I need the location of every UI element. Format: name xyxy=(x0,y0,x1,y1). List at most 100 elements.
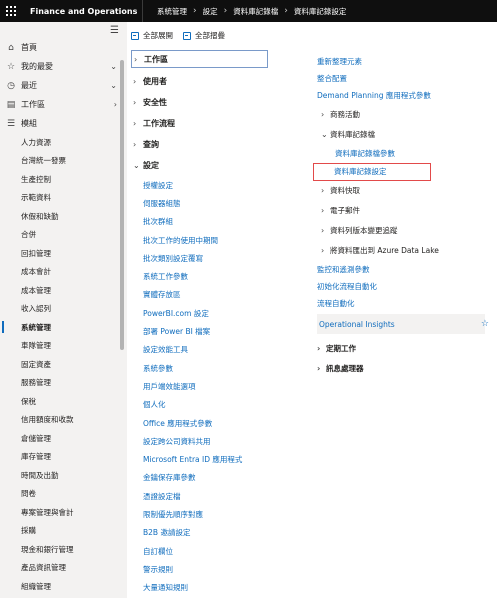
module-item[interactable]: 信用額度和收款 xyxy=(0,411,127,430)
breadcrumb-item-setup[interactable]: 設定 xyxy=(203,6,218,17)
module-item[interactable]: 成本會計 xyxy=(0,263,127,282)
nav-item-label: 最近 xyxy=(21,81,37,90)
nav-item-star[interactable]: ☆ 我的最愛 ⌄ xyxy=(0,57,127,76)
setup-link[interactable]: 系統工作參數 xyxy=(131,267,271,285)
setup-link[interactable]: 憑證設定檔 xyxy=(131,487,271,505)
link-process-automation[interactable]: 流程自動化 xyxy=(317,295,492,312)
module-item[interactable]: 車隊管理 xyxy=(0,337,127,356)
link-label: Operational Insights xyxy=(319,319,395,329)
module-item[interactable]: 產品資訊管理 xyxy=(0,559,127,578)
group-label: 電子郵件 xyxy=(330,206,360,216)
breadcrumb-item-system-admin[interactable]: 系統管理 xyxy=(157,6,187,17)
group-email[interactable]: › 電子郵件 xyxy=(317,201,492,221)
chevron-right-icon: › xyxy=(321,186,325,196)
link-refresh-elements[interactable]: 重新整理元素 xyxy=(317,53,492,70)
group-workflow[interactable]: › 工作流程 xyxy=(131,113,271,134)
group-users[interactable]: › 使用者 xyxy=(131,71,271,92)
setup-link[interactable]: 警示規則 xyxy=(131,560,271,578)
setup-link[interactable]: 實體存放區 xyxy=(131,286,271,304)
app-title[interactable]: Finance and Operations xyxy=(30,7,142,16)
module-item[interactable]: 倉儲管理 xyxy=(0,429,127,448)
module-item[interactable]: 合併 xyxy=(0,226,127,245)
module-item[interactable]: 系統管理 xyxy=(0,318,127,337)
link-database-log-setup[interactable]: 資料庫記錄設定 xyxy=(313,162,431,181)
setup-link[interactable]: 部署 Power BI 檔案 xyxy=(131,322,271,340)
collapse-all-button[interactable]: 全部摺疊 xyxy=(183,30,225,41)
nav-scrollbar[interactable] xyxy=(120,60,124,350)
group-business-events[interactable]: › 商務活動 xyxy=(317,105,492,125)
setup-link[interactable]: 設定跨公司資料共用 xyxy=(131,432,271,450)
nav-item-workspace[interactable]: ▤ 工作區 › xyxy=(0,95,127,114)
module-item[interactable]: 人力資源 xyxy=(0,133,127,152)
module-item[interactable]: 台灣統一發票 xyxy=(0,152,127,171)
chevron-right-icon: › xyxy=(193,6,197,16)
module-item[interactable]: 庫存管理 xyxy=(0,448,127,467)
module-item[interactable]: 專案管理與會計 xyxy=(0,503,127,522)
chevron-right-icon: › xyxy=(133,119,137,128)
nav-item-list[interactable]: ☰ 模組 xyxy=(0,114,127,133)
setup-link[interactable]: 大量通知規則 xyxy=(131,579,271,597)
module-item[interactable]: 收入認列 xyxy=(0,300,127,319)
breadcrumb-item-database-log[interactable]: 資料庫記錄檔 xyxy=(233,6,278,17)
setup-link[interactable]: 用戶端效能選項 xyxy=(131,377,271,395)
setup-link[interactable]: Microsoft Entra ID 應用程式 xyxy=(131,450,271,468)
setup-link[interactable]: 金鑰保存庫參數 xyxy=(131,469,271,487)
setup-link[interactable]: 批次工作的使用中期間 xyxy=(131,231,271,249)
module-item[interactable]: 保稅 xyxy=(0,392,127,411)
group-setup[interactable]: ⌄ 設定 xyxy=(131,155,271,176)
collapse-all-icon xyxy=(183,31,191,40)
collapse-nav-icon[interactable]: ☰ xyxy=(0,22,127,38)
module-item[interactable]: 採購 xyxy=(0,522,127,541)
nav-item-clock[interactable]: ◷ 最近 ⌄ xyxy=(0,76,127,95)
navigation-pane: ☰ ⌂ 首頁 ☆ 我的最愛 ⌄ ◷ 最近 ⌄ ▤ 工作區 › ☰ 模組 人力資源 台灣統一發票 生產控制 示範… xyxy=(0,22,127,598)
group-export-to-data-lake[interactable]: › 將資料匯出到 Azure Data Lake xyxy=(317,241,492,261)
module-item[interactable]: 休假和缺勤 xyxy=(0,207,127,226)
setup-link[interactable]: 個人化 xyxy=(131,396,271,414)
link-demand-planning-parameters[interactable]: Demand Planning 應用程式參數 xyxy=(317,87,492,104)
group-database-log[interactable]: ⌄ 資料庫記錄檔 xyxy=(317,125,492,145)
setup-link[interactable]: PowerBI.com 設定 xyxy=(131,304,271,322)
link-database-log-parameters[interactable]: 資料庫記錄檔參數 xyxy=(317,145,492,163)
module-item[interactable]: 示範資料 xyxy=(0,189,127,208)
setup-link[interactable]: 批次群組 xyxy=(131,213,271,231)
app-launcher-icon[interactable] xyxy=(0,0,22,22)
setup-link[interactable]: 伺服器組態 xyxy=(131,194,271,212)
favorite-star-icon[interactable]: ☆ xyxy=(481,319,489,329)
module-item[interactable]: 生產控制 xyxy=(0,170,127,189)
module-item[interactable]: 服務管理 xyxy=(0,374,127,393)
nav-item-home[interactable]: ⌂ 首頁 xyxy=(0,38,127,57)
expand-all-button[interactable]: 全部展開 xyxy=(131,30,173,41)
link-monitoring-telemetry-parameters[interactable]: 監控和遙測參數 xyxy=(317,261,492,278)
setup-link[interactable]: 系統參數 xyxy=(131,359,271,377)
module-item[interactable]: 現金和銀行管理 xyxy=(0,540,127,559)
chevron-down-icon[interactable]: ⌄ xyxy=(110,62,117,71)
setup-link[interactable]: Office 應用程式參數 xyxy=(131,414,271,432)
setup-link[interactable]: 批次類別設定覆寫 xyxy=(131,249,271,267)
group-security[interactable]: › 安全性 xyxy=(131,92,271,113)
module-item[interactable]: 時間及出勤 xyxy=(0,466,127,485)
setup-link[interactable]: 自訂欄位 xyxy=(131,542,271,560)
chevron-down-icon[interactable]: ⌄ xyxy=(110,81,117,90)
breadcrumb-item-database-log-setup[interactable]: 資料庫記錄設定 xyxy=(294,6,347,17)
link-initialize-process-automation[interactable]: 初始化流程自動化 xyxy=(317,278,492,295)
link-integration-configuration[interactable]: 整合配置 xyxy=(317,70,492,87)
module-item[interactable]: 固定資產 xyxy=(0,355,127,374)
group-workspaces[interactable]: › 工作區 xyxy=(131,50,268,68)
setup-link[interactable]: 授權設定 xyxy=(131,176,271,194)
module-item[interactable]: 回扣管理 xyxy=(0,244,127,263)
group-periodic-tasks[interactable]: › 定期工作 xyxy=(317,338,492,358)
setup-link[interactable]: 設定效能工具 xyxy=(131,341,271,359)
group-data-cache[interactable]: › 資料快取 xyxy=(317,181,492,201)
module-item[interactable]: 組織管理 xyxy=(0,577,127,596)
module-item[interactable]: 問卷 xyxy=(0,485,127,504)
group-message-processor[interactable]: › 訊息處理器 xyxy=(317,358,492,378)
link-operational-insights[interactable]: Operational Insights ☆ xyxy=(317,314,489,335)
chevron-right-icon[interactable]: › xyxy=(114,100,117,109)
home-icon: ⌂ xyxy=(8,42,14,53)
setup-link[interactable]: 限制優先順序對應 xyxy=(131,505,271,523)
collapse-all-label: 全部摺疊 xyxy=(195,31,225,40)
group-inquiries[interactable]: › 查詢 xyxy=(131,134,271,155)
setup-link[interactable]: B2B 邀請設定 xyxy=(131,524,271,542)
module-item[interactable]: 成本管理 xyxy=(0,281,127,300)
group-row-version-change-tracking[interactable]: › 資料列版本變更追蹤 xyxy=(317,221,492,241)
